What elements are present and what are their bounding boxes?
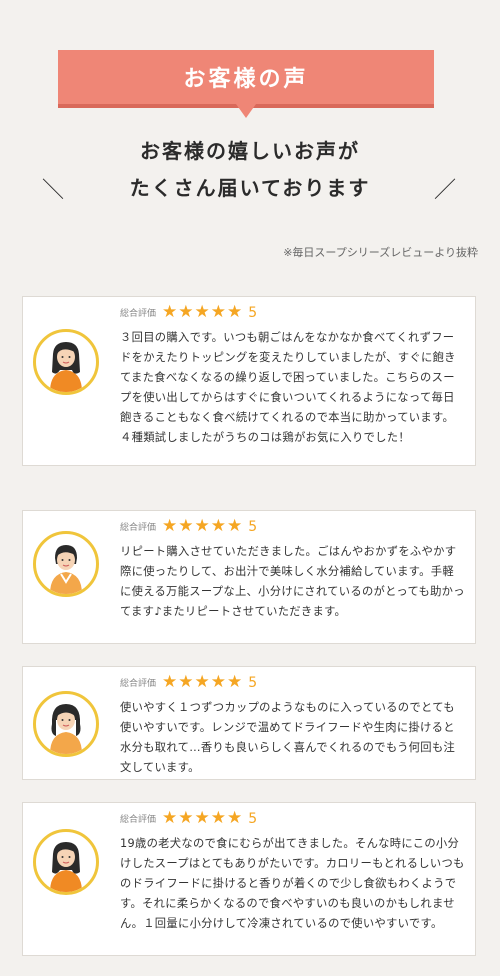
review-card: 総合評価 ★★★★★ 5 リピート購入させていただきました。ごはんやおかずをふや…: [22, 510, 476, 644]
rating-label: 総合評価: [120, 815, 157, 825]
headline-line-2: たくさん届いております: [129, 176, 371, 200]
rating-score: 5: [248, 518, 258, 535]
avatar: [33, 829, 99, 895]
review-text: 使いやすく１つずつカップのようなものに入っているのでとても使いやすいです。レンジ…: [120, 701, 456, 774]
rating-score: 5: [248, 674, 258, 691]
rating-label: 総合評価: [120, 679, 157, 689]
avatar: [33, 329, 99, 395]
avatar: [33, 691, 99, 757]
rating-label: 総合評価: [120, 309, 157, 319]
star-rating-icon: ★★★★★: [162, 516, 244, 536]
review-text: 19歳の老犬なので食にむらが出てきました。そんな時にこの小分けしたスープはとても…: [120, 837, 465, 930]
woman-avatar-icon: [50, 342, 82, 392]
woman-avatar-icon: [50, 545, 82, 594]
rating-score: 5: [248, 304, 258, 321]
source-note: ※毎日スープシリーズレビューより抜粋: [283, 246, 478, 259]
banner-pointer: [236, 104, 256, 118]
section-title: お客様の声: [183, 67, 309, 92]
avatar: [33, 531, 99, 597]
woman-avatar-icon: [50, 704, 82, 754]
review-card: 総合評価 ★★★★★ 5 使いやすく１つずつカップのようなものに入っているのでと…: [22, 666, 476, 780]
review-card: 総合評価 ★★★★★ 5 19歳の老犬なので食にむらが出てきました。そんな時にこ…: [22, 802, 476, 956]
headline-line-1: お客様の嬉しいお声が: [140, 139, 360, 163]
headline-slash-right: ／: [434, 178, 457, 203]
section-banner: お客様の声: [58, 50, 434, 108]
star-rating-icon: ★★★★★: [162, 672, 244, 692]
rating-label: 総合評価: [120, 523, 157, 533]
star-rating-icon: ★★★★★: [162, 808, 244, 828]
woman-avatar-icon: [50, 842, 82, 892]
review-text: ３回目の購入です。いつも朝ごはんをなかなか食べてくれずフードをかえたりトッピング…: [120, 331, 456, 444]
star-rating-icon: ★★★★★: [162, 302, 244, 322]
rating-score: 5: [248, 810, 258, 827]
review-text: リピート購入させていただきました。ごはんやおかずをふやかす際に使ったりして、お出…: [120, 545, 465, 618]
review-card: 総合評価 ★★★★★ 5 ３回目の購入です。いつも朝ごはんをなかなか食べてくれず…: [22, 296, 476, 466]
